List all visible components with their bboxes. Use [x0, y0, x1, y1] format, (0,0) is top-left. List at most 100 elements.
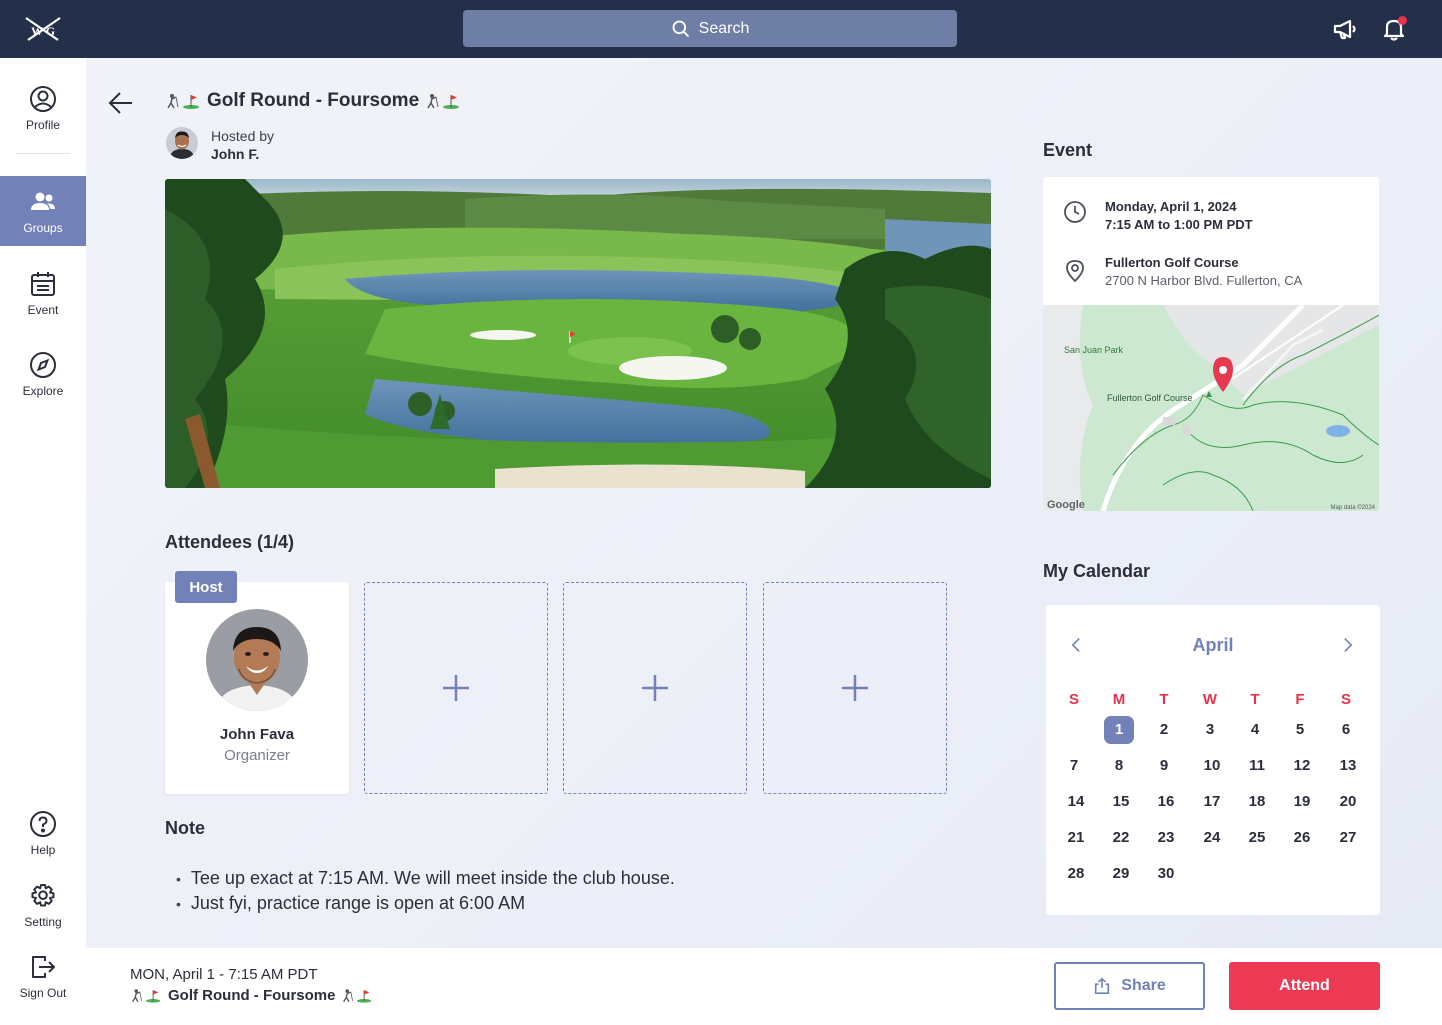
megaphone-icon[interactable] — [1331, 15, 1359, 43]
calendar-day[interactable]: 2 — [1149, 716, 1179, 744]
users-icon — [31, 192, 55, 210]
sidebar-item-label: Help — [30, 843, 56, 857]
calendar-day[interactable]: 24 — [1197, 824, 1227, 852]
golf-icon — [425, 93, 461, 109]
calendar-section-title: My Calendar — [1043, 561, 1151, 581]
calendar-day[interactable]: 15 — [1106, 788, 1136, 816]
calendar-day[interactable]: 25 — [1242, 824, 1272, 852]
calendar-day[interactable]: 28 — [1061, 860, 1091, 888]
calendar-day[interactable]: 22 — [1106, 824, 1136, 852]
back-arrow-icon[interactable] — [106, 88, 136, 118]
search-bar[interactable]: Search — [463, 10, 957, 47]
calendar-day[interactable]: 13 — [1333, 752, 1363, 780]
event-time: 7:15 AM to 1:00 PM PDT — [1105, 217, 1253, 232]
note-item-text: Just fyi, practice range is open at 6:00… — [190, 893, 526, 913]
app-logo[interactable]: W G — [22, 14, 64, 44]
calendar-day[interactable]: 30 — [1151, 860, 1181, 888]
calendar-day[interactable]: 7 — [1059, 752, 1089, 780]
map-attribution: Map data ©2024 — [1331, 504, 1376, 511]
golf-icon — [130, 988, 162, 1003]
event-venue[interactable]: Fullerton Golf Course — [1105, 255, 1239, 270]
calendar-day[interactable]: 23 — [1151, 824, 1181, 852]
calendar-month: April — [1192, 635, 1234, 655]
sidebar-item-label: Profile — [25, 118, 60, 132]
event-cover-image — [165, 179, 991, 488]
host-avatar[interactable] — [166, 127, 198, 159]
attendees-title: Attendees (1/4) — [165, 532, 295, 552]
sidebar: Profile Groups Event Explore Help Settin… — [0, 58, 86, 1025]
calendar-day[interactable]: 17 — [1197, 788, 1227, 816]
note-item: Just fyi, practice range is open at 6:00… — [176, 891, 675, 916]
host-badge: Host — [175, 571, 237, 603]
calendar-day[interactable]: 19 — [1287, 788, 1317, 816]
clock-icon — [1063, 200, 1087, 224]
gear-icon — [31, 884, 55, 907]
calendar-weekday: S — [1340, 691, 1351, 708]
footer-title: Golf Round - Foursome — [130, 987, 373, 1004]
sidebar-item-event[interactable]: Event — [0, 270, 86, 317]
calendar-day[interactable]: 11 — [1242, 752, 1272, 780]
calendar-day[interactable]: 26 — [1287, 824, 1317, 852]
sidebar-item-label: Explore — [22, 384, 64, 398]
sidebar-divider — [16, 153, 70, 154]
calendar-weekday: M — [1112, 691, 1126, 708]
calendar-next-icon[interactable] — [1338, 633, 1358, 657]
search-label: Search — [698, 19, 750, 37]
notification-dot — [1398, 16, 1407, 25]
footer-date: MON, April 1 - 7:15 AM PDT — [130, 966, 318, 983]
calendar-day[interactable]: 8 — [1104, 752, 1134, 780]
calendar-day[interactable]: 10 — [1197, 752, 1227, 780]
calendar-day[interactable]: 3 — [1195, 716, 1225, 744]
calendar-day[interactable]: 18 — [1242, 788, 1272, 816]
share-button[interactable]: Share — [1054, 962, 1205, 1010]
event-title-text: Golf Round - Foursome — [207, 90, 420, 111]
plus-icon — [642, 675, 668, 701]
calendar-icon — [31, 272, 55, 296]
attendee-avatar — [206, 609, 308, 711]
attendee-name: John Fava — [219, 726, 295, 743]
calendar-day[interactable]: 21 — [1061, 824, 1091, 852]
calendar-day[interactable]: 20 — [1333, 788, 1363, 816]
map-label-park: San Juan Park — [1064, 345, 1124, 355]
calendar-day[interactable]: 5 — [1285, 716, 1315, 744]
attend-button[interactable]: Attend — [1229, 962, 1380, 1010]
sidebar-item-help[interactable]: Help — [0, 810, 86, 857]
sidebar-item-label: Groups — [23, 220, 63, 235]
note-item-text: Tee up exact at 7:15 AM. We will meet in… — [190, 868, 675, 888]
calendar-day[interactable]: 9 — [1149, 752, 1179, 780]
event-title: Golf Round - Foursome — [165, 90, 461, 112]
calendar-weekday: T — [1159, 691, 1169, 708]
host-name[interactable]: John F. — [211, 146, 259, 162]
notifications-bell-icon[interactable] — [1380, 15, 1408, 43]
event-address: 2700 N Harbor Blvd. Fullerton, CA — [1105, 273, 1303, 288]
sidebar-item-sign-out[interactable]: Sign Out — [0, 953, 86, 1000]
sidebar-item-profile[interactable]: Profile — [0, 85, 86, 132]
event-map[interactable]: San Juan Park Fullerton Golf Course Goog… — [1043, 303, 1379, 511]
share-label: Share — [1121, 977, 1166, 994]
event-date: Monday, April 1, 2024 — [1105, 199, 1237, 214]
sidebar-item-label: Event — [27, 303, 59, 317]
calendar-day[interactable]: 29 — [1106, 860, 1136, 888]
sidebar-item-setting[interactable]: Setting — [0, 882, 86, 929]
calendar-widget: April S M T W T F S 1 2 3 4 5 6 7 8 9 10 11 12 13 14 15 16 17 18… — [1046, 605, 1380, 915]
calendar-day[interactable]: 14 — [1061, 788, 1091, 816]
calendar-day[interactable]: 4 — [1240, 716, 1270, 744]
add-attendee-slot[interactable] — [563, 582, 747, 794]
calendar-day[interactable]: 6 — [1331, 716, 1361, 744]
calendar-day[interactable]: 16 — [1151, 788, 1181, 816]
calendar-weekday: F — [1295, 691, 1305, 708]
event-section-title: Event — [1043, 140, 1093, 160]
sidebar-item-explore[interactable]: Explore — [0, 351, 86, 398]
note-title: Note — [165, 818, 205, 838]
sidebar-item-groups[interactable]: Groups — [0, 176, 86, 246]
compass-icon — [30, 352, 56, 378]
help-icon — [30, 811, 56, 837]
calendar-day-selected[interactable]: 1 — [1104, 716, 1134, 744]
calendar-day[interactable]: 12 — [1287, 752, 1317, 780]
event-details-card: Monday, April 1, 2024 7:15 AM to 1:00 PM… — [1043, 177, 1379, 511]
add-attendee-slot[interactable] — [763, 582, 947, 794]
plus-icon — [443, 675, 469, 701]
calendar-day[interactable]: 27 — [1333, 824, 1363, 852]
footer-title-text: Golf Round - Foursome — [168, 987, 336, 1004]
add-attendee-slot[interactable] — [364, 582, 548, 794]
